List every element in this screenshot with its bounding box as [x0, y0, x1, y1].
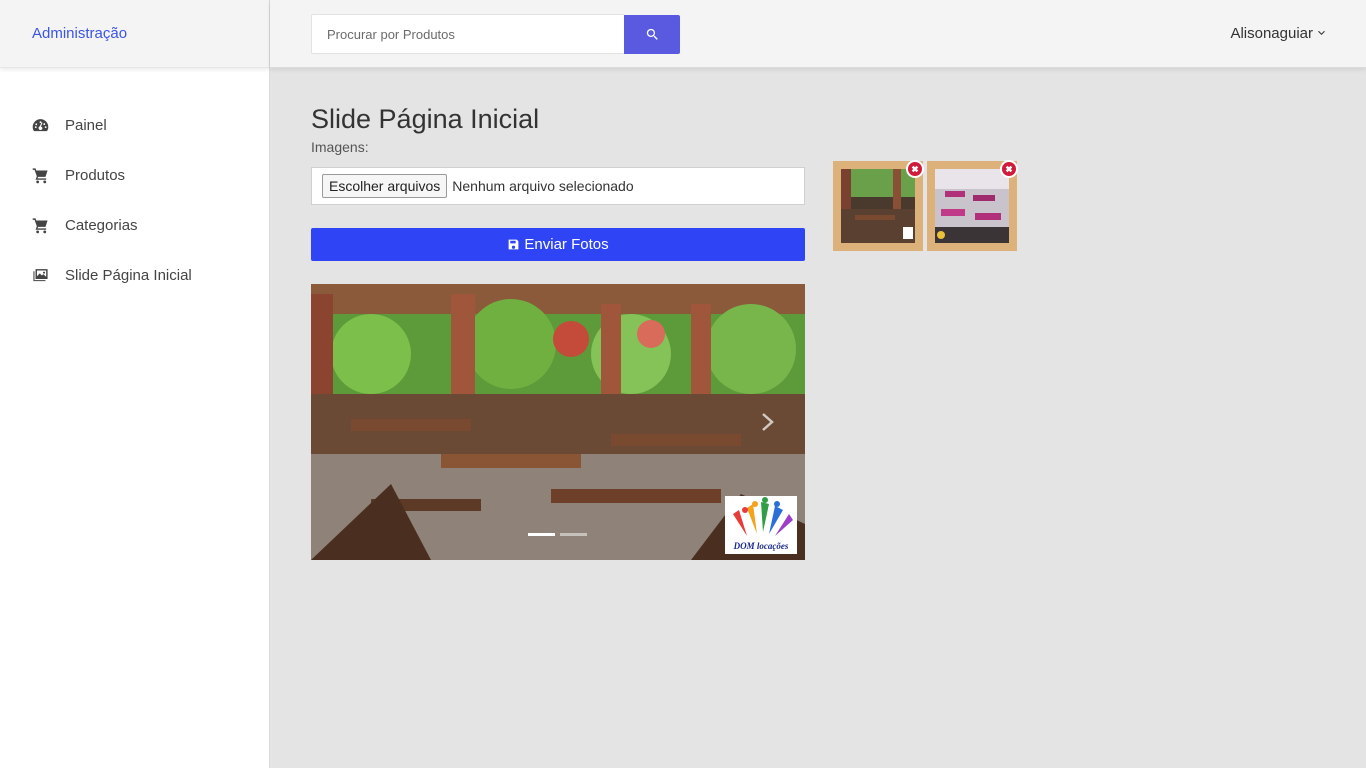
slide-indicator[interactable]	[528, 533, 555, 536]
sidebar-item-label: Produtos	[65, 166, 126, 184]
search-button[interactable]	[624, 15, 680, 54]
close-icon	[908, 162, 922, 176]
search-input[interactable]	[311, 14, 624, 54]
images-label: Imagens:	[311, 139, 369, 155]
brand-logo: DOM locações	[725, 496, 797, 554]
sidebar-item-label: Slide Página Inicial	[65, 266, 192, 284]
search-group	[311, 14, 680, 54]
file-input[interactable]: Escolher arquivos Nenhum arquivo selecio…	[311, 167, 805, 205]
cart-icon	[32, 167, 49, 184]
send-photos-button[interactable]: Enviar Fotos	[311, 228, 805, 261]
brand-bar: Administração	[0, 0, 269, 68]
thumbnail-2[interactable]	[927, 160, 1018, 251]
thumbnail-image	[935, 169, 1009, 243]
sidebar-item-slide-pagina-inicial[interactable]: Slide Página Inicial	[0, 250, 269, 300]
sidebar-item-label: Painel	[65, 116, 107, 134]
cart-icon	[32, 217, 49, 234]
sidebar-item-painel[interactable]: Painel	[0, 100, 269, 150]
thumbnail-1[interactable]	[833, 160, 924, 251]
thumbnail-image	[841, 169, 915, 243]
sidebar: Administração Painel Produtos Categorias…	[0, 0, 270, 768]
slide-indicators	[528, 533, 587, 536]
sidebar-item-produtos[interactable]: Produtos	[0, 150, 269, 200]
save-icon	[509, 239, 519, 250]
chevron-right-icon	[762, 413, 774, 431]
logo-text: DOM locações	[733, 541, 789, 551]
brand-link[interactable]: Administração	[32, 25, 127, 42]
user-name: Alisonaguiar	[1230, 25, 1313, 42]
user-menu[interactable]: Alisonaguiar	[1230, 25, 1326, 42]
delete-image-button[interactable]	[1000, 160, 1018, 178]
search-icon	[646, 28, 658, 40]
slideshow: DOM locações	[311, 284, 805, 560]
page-title: Slide Página Inicial	[311, 104, 540, 134]
close-icon	[1002, 162, 1016, 176]
file-status: Nenhum arquivo selecionado	[452, 178, 634, 194]
sidebar-item-label: Categorias	[65, 216, 138, 234]
top-bar: Alisonaguiar	[270, 0, 1366, 68]
sidebar-item-categorias[interactable]: Categorias	[0, 200, 269, 250]
send-photos-label: Enviar Fotos	[524, 236, 609, 253]
slide-next-button[interactable]	[759, 412, 775, 432]
slide-indicator[interactable]	[560, 533, 587, 536]
delete-image-button[interactable]	[906, 160, 924, 178]
images-icon	[32, 267, 49, 284]
dashboard-icon	[32, 117, 49, 134]
choose-files-button[interactable]: Escolher arquivos	[322, 174, 448, 198]
chevron-down-icon	[1318, 30, 1325, 35]
sidebar-nav: Painel Produtos Categorias Slide Página …	[0, 68, 269, 300]
